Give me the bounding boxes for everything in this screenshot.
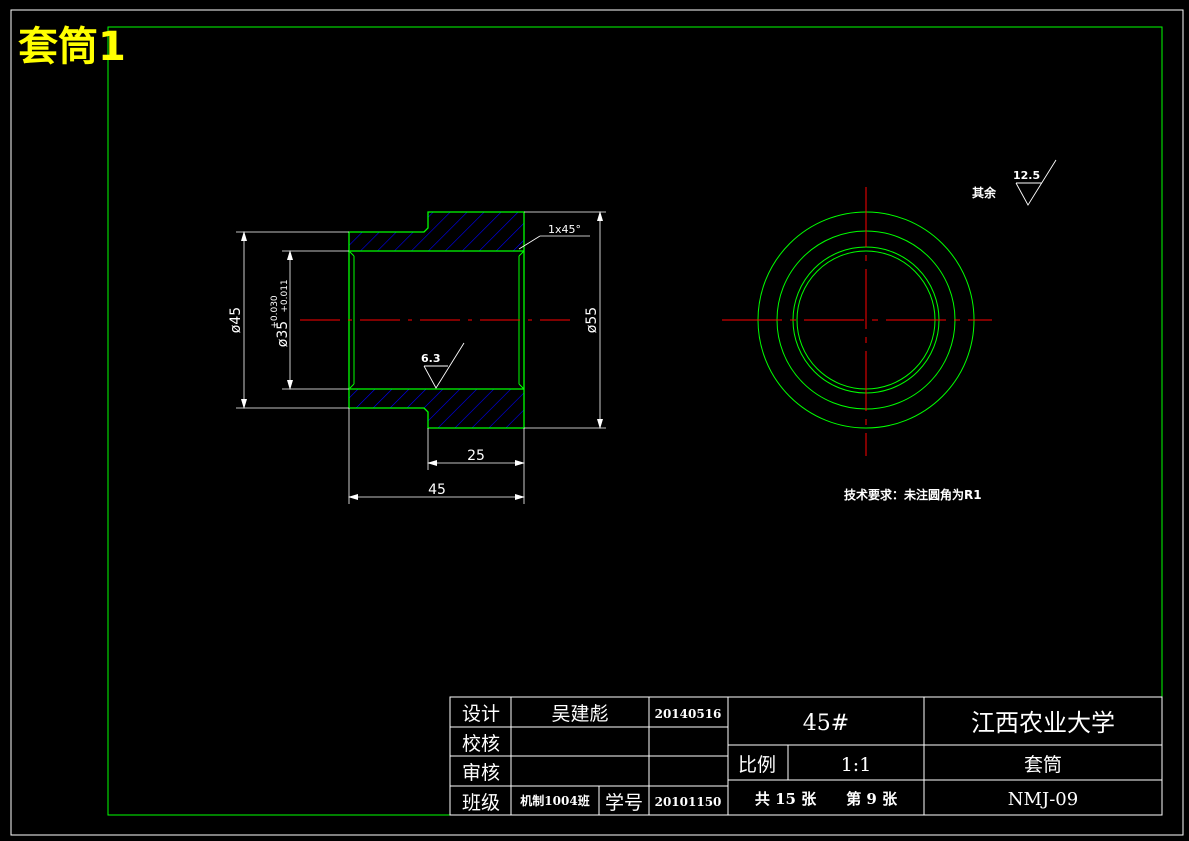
dim-25-text: 25 xyxy=(467,448,485,464)
section-view: ø45 ø35 +0.030 +0.011 ø55 25 45 1x45° 6.… xyxy=(228,211,606,504)
class-label: 班级 xyxy=(462,792,500,814)
dim-d35-tol-lower: +0.011 xyxy=(280,279,290,312)
svg-text:其余: 其余 xyxy=(972,185,997,200)
class-value: 机制1004班 xyxy=(520,793,589,808)
review-label: 审核 xyxy=(462,762,500,784)
student-no: 20101150 xyxy=(655,795,722,809)
sheet-count: 共 15 张 第 9 张 xyxy=(755,790,898,808)
part-name: 套筒 xyxy=(1024,754,1062,776)
dim-d45-text: ø45 xyxy=(228,307,244,333)
svg-text:12.5: 12.5 xyxy=(1013,169,1040,182)
roughness-symbol-local: 6.3 xyxy=(421,342,465,389)
dim-d35-tol-upper: +0.030 xyxy=(270,295,280,329)
roughness-symbol-other: 其余 12.5 xyxy=(972,159,1057,206)
end-view xyxy=(722,187,992,456)
chamfer-label: 1x45° xyxy=(548,223,581,236)
design-label: 设计 xyxy=(462,703,500,725)
scale-label: 比例 xyxy=(738,754,776,776)
drawing-canvas: 套筒1 ø45 ø35 +0.030 +0.011 ø55 25 45 1x45… xyxy=(10,9,1184,836)
svg-text:6.3: 6.3 xyxy=(421,352,441,365)
design-date: 20140516 xyxy=(655,707,722,721)
designer-name: 吴建彪 xyxy=(551,703,608,725)
dim-45-text: 45 xyxy=(428,482,446,498)
drawing-number: NMJ-09 xyxy=(1008,789,1078,810)
sheet-title: 套筒1 xyxy=(18,24,126,70)
school-name: 江西农业大学 xyxy=(971,709,1115,737)
student-no-label: 学号 xyxy=(605,792,643,814)
tech-requirement: 技术要求：未注圆角为R1 xyxy=(844,487,982,502)
check-label: 校核 xyxy=(462,733,500,755)
dim-d55-text: ø55 xyxy=(584,307,600,333)
material: 45# xyxy=(803,711,849,736)
scale-value: 1:1 xyxy=(841,754,872,776)
